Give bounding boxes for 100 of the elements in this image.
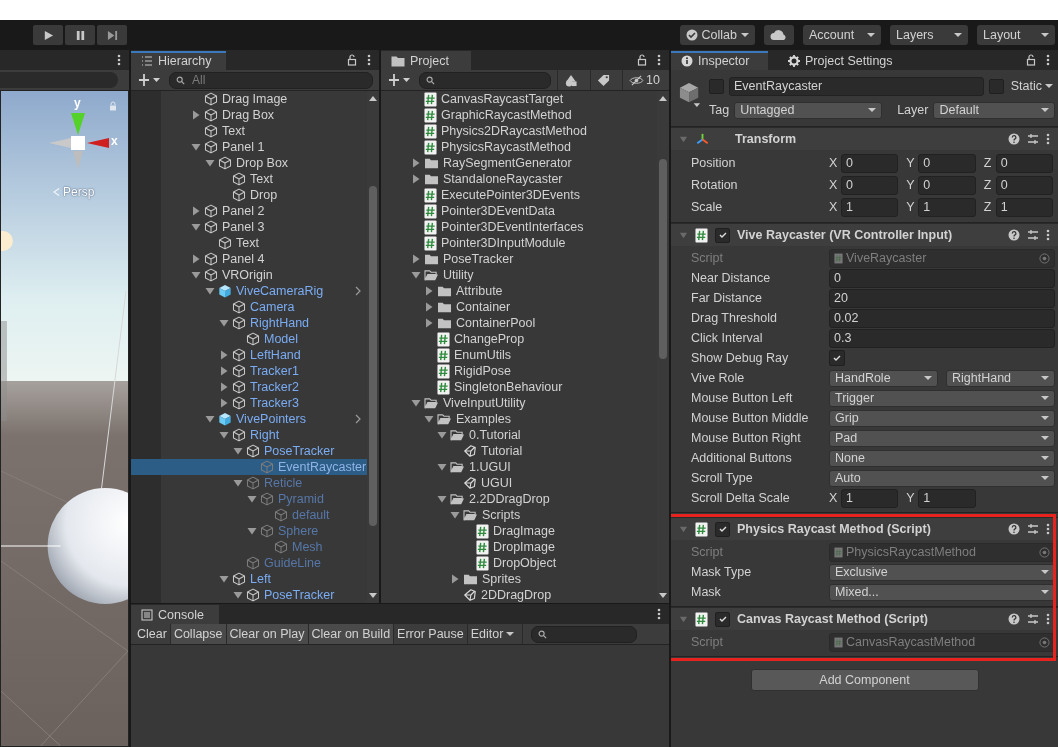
- project-tab[interactable]: Project: [381, 51, 471, 70]
- hierarchy-item[interactable]: RightHand: [131, 315, 367, 331]
- hierarchy-item[interactable]: Tracker3: [131, 395, 367, 411]
- project-item[interactable]: 1.UGUI: [381, 459, 657, 475]
- collapse-arrow-icon[interactable]: [191, 222, 201, 232]
- expand-arrow-icon[interactable]: [219, 398, 229, 408]
- value-field[interactable]: 0.02: [829, 308, 1055, 328]
- component-header[interactable]: Physics Raycast Method (Script): [671, 517, 1058, 540]
- project-item[interactable]: ExecutePointer3DEvents: [381, 187, 657, 203]
- project-item[interactable]: PoseTracker: [381, 251, 657, 267]
- project-item[interactable]: ContainerPool: [381, 315, 657, 331]
- project-item[interactable]: Sprites: [381, 571, 657, 587]
- value-field[interactable]: 0: [995, 153, 1053, 173]
- collapse-arrow-icon[interactable]: [233, 446, 243, 456]
- collapse-arrow-icon[interactable]: [411, 398, 421, 408]
- hierarchy-item[interactable]: Panel 2: [131, 203, 367, 219]
- project-item[interactable]: CanvasRaycastTarget: [381, 91, 657, 107]
- console-toggle[interactable]: Clear on Build: [308, 624, 395, 644]
- enabled-checkbox[interactable]: [715, 227, 730, 243]
- inspector-tab[interactable]: Inspector: [671, 51, 768, 70]
- scroll-down-icon[interactable]: [659, 593, 667, 599]
- static-dropdown[interactable]: Static: [1008, 79, 1055, 93]
- expand-arrow-icon[interactable]: [411, 254, 421, 264]
- console-toggle[interactable]: Clear on Play: [226, 624, 309, 644]
- expand-arrow-icon[interactable]: [450, 574, 460, 584]
- tag-dropdown[interactable]: Untagged: [734, 101, 883, 119]
- project-item[interactable]: Utility: [381, 267, 657, 283]
- value-field[interactable]: 1: [918, 488, 976, 508]
- hierarchy-item[interactable]: VROrigin: [131, 267, 367, 283]
- editor-dropdown[interactable]: Editor: [467, 624, 524, 644]
- collapse-arrow-icon[interactable]: [219, 318, 229, 328]
- project-item[interactable]: StandaloneRaycaster: [381, 171, 657, 187]
- project-item[interactable]: RaySegmentGenerator: [381, 155, 657, 171]
- project-item[interactable]: ChangeProp: [381, 331, 657, 347]
- game-object-icon[interactable]: [679, 82, 701, 108]
- add-component-button[interactable]: Add Component: [750, 669, 979, 691]
- hierarchy-item[interactable]: Panel 4: [131, 251, 367, 267]
- hierarchy-item[interactable]: Text: [131, 171, 367, 187]
- checkbox[interactable]: [829, 350, 845, 366]
- project-item[interactable]: Pointer3DInputModule: [381, 235, 657, 251]
- more-icon[interactable]: [1046, 523, 1050, 535]
- hierarchy-item[interactable]: Drag Image: [131, 91, 367, 107]
- collapse-arrow-icon[interactable]: [191, 270, 201, 280]
- project-item[interactable]: Physics2DRaycastMethod: [381, 123, 657, 139]
- console-toggle[interactable]: Clear: [134, 624, 171, 644]
- value-dropdown[interactable]: Auto: [829, 469, 1055, 487]
- value-field[interactable]: 0: [995, 175, 1053, 195]
- project-item[interactable]: 0.Tutorial: [381, 427, 657, 443]
- component-header[interactable]: Transform: [671, 127, 1058, 150]
- expand-arrow-icon[interactable]: [191, 110, 201, 120]
- static-checkbox[interactable]: [988, 78, 1004, 94]
- value-field[interactable]: 0: [918, 175, 976, 195]
- presets-icon[interactable]: [1027, 229, 1039, 241]
- hierarchy-item[interactable]: ViveCameraRig: [131, 283, 367, 299]
- step-button[interactable]: [97, 25, 127, 45]
- value-dropdown[interactable]: Mixed...: [829, 583, 1055, 601]
- project-item[interactable]: UGUI: [381, 475, 657, 491]
- value-field[interactable]: 1: [841, 488, 899, 508]
- collapse-arrow-icon[interactable]: [437, 494, 447, 504]
- value-field[interactable]: 0.3: [829, 328, 1055, 348]
- chevron-icon[interactable]: [355, 414, 361, 424]
- project-item[interactable]: ViveInputUtility: [381, 395, 657, 411]
- console-tab[interactable]: Console: [131, 605, 219, 624]
- expand-arrow-icon[interactable]: [191, 254, 201, 264]
- console-toggle[interactable]: Error Pause: [394, 624, 468, 644]
- collapse-arrow-icon[interactable]: [411, 270, 421, 280]
- hierarchy-item[interactable]: Text: [131, 123, 367, 139]
- hierarchy-item[interactable]: PoseTracker: [131, 587, 367, 603]
- account-dropdown[interactable]: Account: [803, 25, 881, 45]
- more-icon[interactable]: [1046, 229, 1050, 241]
- value-field[interactable]: 1: [918, 197, 976, 217]
- expand-arrow-icon[interactable]: [219, 382, 229, 392]
- project-item[interactable]: SingletonBehaviour: [381, 379, 657, 395]
- more-icon[interactable]: [657, 54, 661, 66]
- collapse-arrow-icon[interactable]: [424, 414, 434, 424]
- console-toggle[interactable]: Collapse: [170, 624, 227, 644]
- hierarchy-item[interactable]: Tracker1: [131, 363, 367, 379]
- search-field[interactable]: All: [169, 71, 373, 89]
- hierarchy-item[interactable]: PoseTracker: [131, 443, 367, 459]
- collapse-arrow-icon[interactable]: [219, 574, 229, 584]
- layers-dropdown[interactable]: Layers: [890, 25, 968, 45]
- value-field[interactable]: 20: [829, 288, 1055, 308]
- lock-icon[interactable]: [347, 54, 357, 66]
- hierarchy-tab[interactable]: Hierarchy: [131, 51, 226, 70]
- value-dropdown[interactable]: None: [829, 449, 1055, 467]
- presets-icon[interactable]: [1027, 613, 1039, 625]
- value-dropdown[interactable]: Grip: [829, 409, 1055, 427]
- scroll-up-icon[interactable]: [659, 95, 667, 101]
- pause-button[interactable]: [65, 25, 95, 45]
- target-icon[interactable]: [1039, 546, 1050, 558]
- hierarchy-item[interactable]: LeftHand: [131, 347, 367, 363]
- hierarchy-item[interactable]: Text: [131, 235, 367, 251]
- play-button[interactable]: [33, 25, 63, 45]
- help-icon[interactable]: [1008, 133, 1020, 145]
- value-field[interactable]: 0: [918, 153, 976, 173]
- value-field[interactable]: 0: [841, 175, 899, 195]
- lock-icon[interactable]: [1026, 54, 1036, 66]
- collapse-arrow-icon[interactable]: [205, 286, 215, 296]
- value-dropdown[interactable]: Exclusive: [829, 563, 1055, 581]
- collapse-arrow-icon[interactable]: [205, 414, 215, 424]
